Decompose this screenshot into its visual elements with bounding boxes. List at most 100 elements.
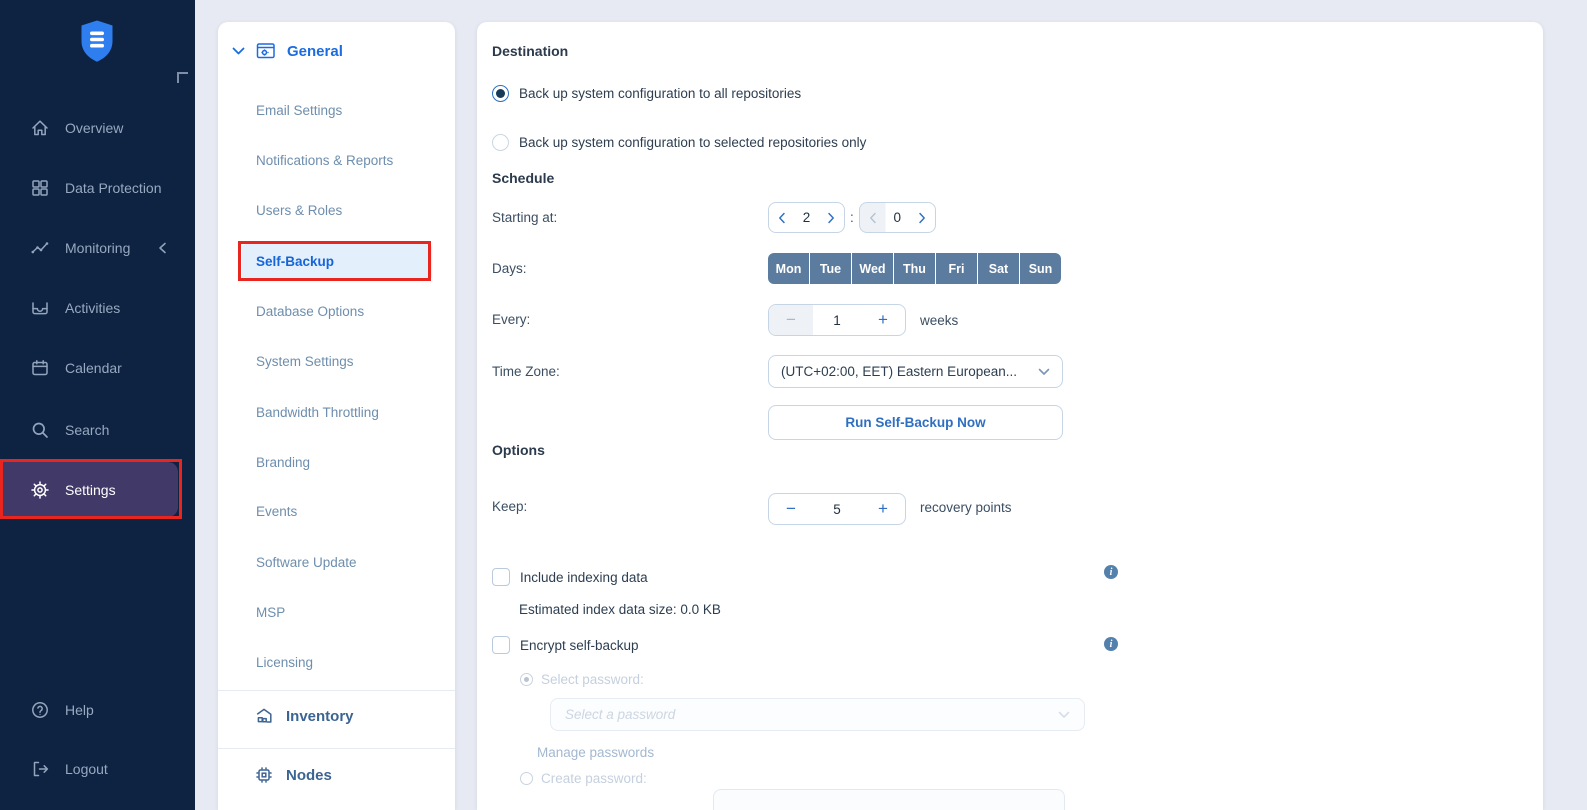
radio-unselected-icon[interactable] — [492, 134, 509, 151]
section-divider — [218, 690, 455, 691]
sidebar-item-label: Logout — [65, 761, 108, 777]
every-label: Every: — [492, 312, 530, 327]
starting-at-control: 2 : 0 — [768, 202, 936, 233]
settings-nav-item-self-backup[interactable]: Self-Backup — [256, 252, 334, 272]
minutes-value[interactable]: 0 — [894, 210, 902, 225]
chevron-left-icon[interactable] — [157, 242, 168, 254]
sidebar-item-logout[interactable]: Logout — [30, 756, 108, 782]
day-button-wed[interactable]: Wed — [852, 253, 893, 284]
day-button-thu[interactable]: Thu — [894, 253, 935, 284]
sidebar-item-activities[interactable]: Activities — [30, 295, 120, 321]
day-button-fri[interactable]: Fri — [936, 253, 977, 284]
plus-button[interactable]: + — [861, 494, 905, 524]
sidebar-item-calendar[interactable]: Calendar — [30, 355, 122, 381]
options-heading: Options — [492, 442, 545, 458]
create-password-option-disabled: Create password: — [520, 771, 647, 785]
settings-section-general[interactable]: General — [232, 39, 343, 63]
sidebar-item-settings[interactable]: Settings — [0, 462, 178, 517]
inbox-icon — [30, 298, 50, 318]
starting-at-label: Starting at: — [492, 210, 557, 225]
plus-button[interactable]: + — [861, 305, 905, 335]
section-label: Inventory — [286, 708, 354, 725]
section-label: Nodes — [286, 767, 332, 784]
sidebar-item-help[interactable]: Help — [30, 697, 94, 723]
checkbox-label: Include indexing data — [520, 570, 648, 585]
help-icon — [30, 700, 50, 720]
radio-label: Back up system configuration to all repo… — [519, 86, 801, 101]
chevron-down-icon — [1058, 711, 1070, 719]
monitoring-chart-icon — [30, 238, 50, 258]
sidebar-item-search[interactable]: Search — [30, 417, 109, 443]
password-select-disabled: Select a password — [550, 698, 1085, 731]
day-button-sat[interactable]: Sat — [978, 253, 1019, 284]
time-zone-value: (UTC+02:00, EET) Eastern European... — [781, 364, 1017, 379]
sidebar-item-monitoring[interactable]: Monitoring — [30, 235, 168, 261]
hours-value[interactable]: 2 — [803, 210, 811, 225]
settings-nav-item-licensing[interactable]: Licensing — [256, 653, 313, 673]
settings-nav-item-system-settings[interactable]: System Settings — [256, 352, 354, 372]
settings-nav-item-notifications-reports[interactable]: Notifications & Reports — [256, 151, 393, 171]
minutes-spinner[interactable]: 0 — [859, 202, 936, 233]
password-select-placeholder: Select a password — [565, 707, 675, 722]
keep-value[interactable]: 5 — [813, 494, 861, 524]
settings-nav-item-events[interactable]: Events — [256, 502, 297, 522]
increment-hours-icon[interactable] — [827, 212, 835, 224]
checkbox-unchecked-icon[interactable] — [492, 636, 510, 654]
checkbox-unchecked-icon[interactable] — [492, 568, 510, 586]
day-button-tue[interactable]: Tue — [810, 253, 851, 284]
info-icon[interactable]: i — [1104, 637, 1118, 651]
time-separator: : — [850, 210, 854, 225]
destination-option-all[interactable]: Back up system configuration to all repo… — [492, 77, 801, 109]
time-zone-select[interactable]: (UTC+02:00, EET) Eastern European... — [768, 355, 1063, 388]
every-unit-label: weeks — [920, 313, 958, 328]
destination-option-selected-only[interactable]: Back up system configuration to selected… — [492, 126, 866, 158]
settings-nav-item-branding[interactable]: Branding — [256, 453, 310, 473]
every-value[interactable]: 1 — [813, 305, 861, 335]
chevron-down-icon — [232, 47, 245, 56]
general-settings-icon — [255, 41, 277, 61]
include-indexing-option[interactable]: Include indexing data — [492, 566, 648, 588]
settings-nav-item-database-options[interactable]: Database Options — [256, 302, 364, 322]
sidebar-item-label: Search — [65, 422, 109, 438]
day-button-mon[interactable]: Mon — [768, 253, 809, 284]
sidebar-item-data-protection[interactable]: Data Protection — [30, 175, 162, 201]
decrement-hours-icon[interactable] — [778, 212, 786, 224]
settings-nav-item-users-roles[interactable]: Users & Roles — [256, 201, 342, 221]
settings-nav-item-msp[interactable]: MSP — [256, 603, 285, 623]
settings-nav-item-email-settings[interactable]: Email Settings — [256, 101, 342, 121]
manage-passwords-link[interactable]: Manage passwords — [537, 745, 654, 760]
increment-minutes-icon[interactable] — [918, 212, 926, 224]
sidebar-item-label: Overview — [65, 120, 123, 136]
sidebar-item-label: Monitoring — [65, 240, 130, 256]
settings-section-inventory[interactable]: Inventory — [254, 704, 354, 728]
encrypt-self-backup-option[interactable]: Encrypt self-backup — [492, 634, 639, 656]
hours-spinner[interactable]: 2 — [768, 202, 845, 233]
sidebar-item-label: Activities — [65, 300, 120, 316]
settings-nav-item-software-update[interactable]: Software Update — [256, 553, 357, 573]
minus-button[interactable]: − — [769, 494, 813, 524]
radio-selected-disabled-icon — [520, 673, 533, 686]
select-password-option-disabled: Select password: — [520, 672, 644, 686]
keep-stepper: − 5 + — [768, 493, 906, 525]
sidebar-item-overview[interactable]: Overview — [30, 115, 123, 141]
run-self-backup-button[interactable]: Run Self-Backup Now — [768, 405, 1063, 440]
sidebar-item-label: Calendar — [65, 360, 122, 376]
collapse-corner-icon[interactable] — [177, 72, 188, 83]
estimated-index-size-text: Estimated index data size: 0.0 KB — [519, 602, 721, 617]
search-icon — [30, 420, 50, 440]
radio-unselected-disabled-icon — [520, 772, 533, 785]
settings-section-nodes[interactable]: Nodes — [254, 763, 332, 787]
gear-icon — [30, 480, 50, 500]
every-weeks-stepper: − 1 + — [768, 304, 906, 336]
keep-label: Keep: — [492, 499, 527, 514]
checkbox-label: Encrypt self-backup — [520, 638, 639, 653]
left-sidebar: Overview Data Protection Monitoring Acti… — [0, 0, 195, 810]
create-password-input-disabled — [713, 789, 1065, 810]
settings-nav-item-bandwidth-throttling[interactable]: Bandwidth Throttling — [256, 403, 379, 423]
radio-label: Create password: — [541, 771, 647, 786]
chevron-down-icon — [1038, 368, 1050, 376]
sidebar-item-label: Data Protection — [65, 180, 162, 196]
info-icon[interactable]: i — [1104, 565, 1118, 579]
radio-selected-icon[interactable] — [492, 85, 509, 102]
day-button-sun[interactable]: Sun — [1020, 253, 1061, 284]
